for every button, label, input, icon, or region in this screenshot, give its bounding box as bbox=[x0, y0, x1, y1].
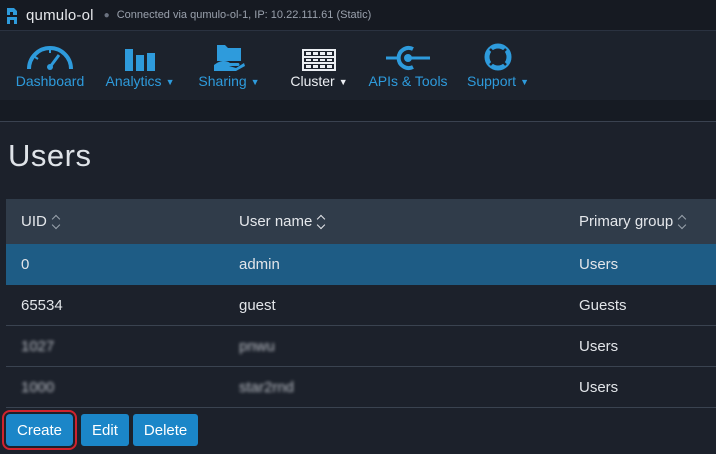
sort-icon bbox=[318, 215, 326, 229]
edit-button[interactable]: Edit bbox=[81, 414, 129, 446]
column-label: UID bbox=[21, 213, 47, 230]
username-cell: guest bbox=[239, 297, 276, 314]
nav-analytics[interactable]: Analytics ▼ bbox=[106, 31, 174, 101]
sort-icon bbox=[679, 215, 687, 229]
nav-label: Analytics ▼ bbox=[105, 73, 175, 89]
create-button[interactable]: Create bbox=[1, 410, 78, 450]
primary-group-cell: Users bbox=[579, 256, 619, 273]
primary-group-cell: Users bbox=[579, 379, 619, 396]
column-header-username[interactable]: User name bbox=[239, 213, 326, 230]
table-row[interactable]: 0 admin Users bbox=[6, 244, 716, 285]
server-rack-icon bbox=[302, 31, 336, 71]
chevron-down-icon: ▼ bbox=[165, 77, 175, 87]
dashboard-gauge-icon bbox=[25, 31, 75, 71]
sub-nav-bar bbox=[0, 100, 716, 122]
column-label: Primary group bbox=[579, 213, 674, 230]
lifebuoy-icon bbox=[484, 31, 512, 71]
column-header-primary-group[interactable]: Primary group bbox=[579, 213, 687, 230]
column-label: User name bbox=[239, 213, 313, 230]
nav-label: Support ▼ bbox=[467, 73, 529, 89]
nav-support[interactable]: Support ▼ bbox=[467, 31, 529, 101]
column-header-uid[interactable]: UID bbox=[21, 213, 61, 230]
cluster-name[interactable]: qumulo-ol bbox=[26, 7, 94, 24]
username-cell: star2rnd bbox=[239, 379, 295, 396]
uid-cell: 65534 bbox=[21, 297, 63, 314]
users-table: UID User name Primary group 0 admin User… bbox=[6, 199, 716, 408]
chevron-down-icon: ▼ bbox=[338, 77, 348, 87]
table-row[interactable]: 1027 pnwu Users bbox=[6, 326, 716, 367]
connection-status: Connected via qumulo-ol-1, IP: 10.22.111… bbox=[116, 9, 372, 21]
nav-label: Cluster ▼ bbox=[290, 73, 348, 89]
nav-dashboard[interactable]: Dashboard bbox=[16, 31, 84, 101]
bar-chart-icon bbox=[123, 31, 157, 71]
main-nav: Dashboard Analytics ▼ Sharing ▼ Cluster … bbox=[0, 30, 716, 100]
chevron-down-icon: ▼ bbox=[250, 77, 260, 87]
nav-label: Sharing ▼ bbox=[198, 73, 260, 89]
uid-cell: 1027 bbox=[21, 338, 55, 355]
table-actions: Create Edit Delete bbox=[1, 410, 202, 450]
username-cell: admin bbox=[239, 256, 280, 273]
uid-cell: 1000 bbox=[21, 379, 55, 396]
nav-label: APIs & Tools bbox=[368, 73, 448, 89]
primary-group-cell: Users bbox=[579, 338, 619, 355]
nav-sharing[interactable]: Sharing ▼ bbox=[198, 31, 260, 101]
top-bar: qumulo-ol ● Connected via qumulo-ol-1, I… bbox=[0, 0, 716, 30]
nav-label: Dashboard bbox=[15, 73, 85, 89]
table-row[interactable]: 65534 guest Guests bbox=[6, 285, 716, 326]
table-row[interactable]: 1000 star2rnd Users bbox=[6, 367, 716, 408]
sort-icon bbox=[53, 215, 61, 229]
username-cell: pnwu bbox=[239, 338, 275, 355]
primary-group-cell: Guests bbox=[579, 297, 627, 314]
shared-folder-icon bbox=[212, 31, 246, 71]
nav-cluster[interactable]: Cluster ▼ bbox=[290, 31, 348, 101]
qumulo-logo-icon bbox=[4, 6, 20, 24]
nav-apis-tools[interactable]: APIs & Tools bbox=[368, 31, 448, 101]
chevron-down-icon: ▼ bbox=[520, 77, 529, 87]
separator-dot: ● bbox=[103, 9, 110, 21]
api-connector-icon bbox=[385, 31, 431, 71]
table-header: UID User name Primary group bbox=[6, 199, 716, 244]
uid-cell: 0 bbox=[21, 256, 30, 273]
delete-button[interactable]: Delete bbox=[132, 414, 199, 446]
page-title: Users bbox=[8, 138, 92, 173]
